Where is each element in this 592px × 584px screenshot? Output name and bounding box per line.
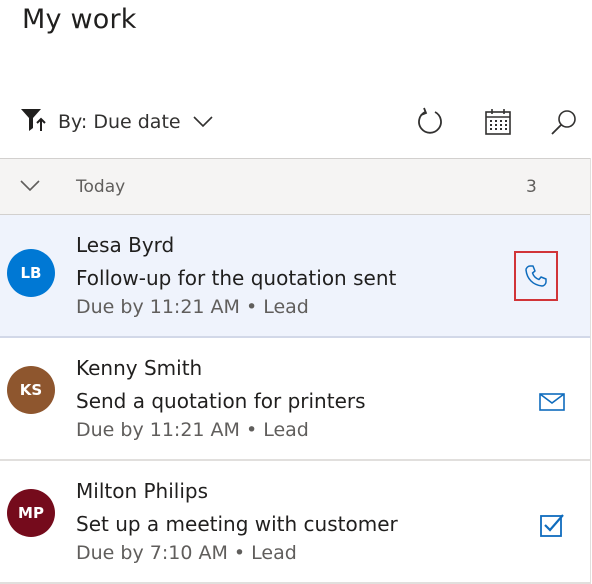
toolbar: By: Due date [0, 100, 592, 144]
refresh-icon[interactable] [412, 104, 448, 140]
contact-name: Lesa Byrd [76, 233, 175, 257]
group-count: 3 [526, 177, 537, 197]
sort-by-label: By: Due date [58, 111, 181, 133]
group-header-today: Today 3 [0, 158, 590, 215]
phone-icon[interactable] [514, 251, 558, 301]
sort-by-button[interactable]: By: Due date [20, 104, 213, 140]
search-icon[interactable] [546, 104, 582, 140]
list-item[interactable]: LB Lesa Byrd Follow-up for the quotation… [0, 215, 590, 338]
task-icon[interactable] [532, 505, 572, 545]
chevron-down-icon [193, 116, 213, 128]
group-label: Today [76, 177, 126, 197]
due-info: Due by 7:10 AM • Lead [76, 542, 297, 564]
activity-subject: Follow-up for the quotation sent [76, 266, 397, 290]
avatar: MP [7, 489, 55, 537]
due-info: Due by 11:21 AM • Lead [76, 296, 309, 318]
calendar-icon[interactable] [480, 104, 516, 140]
email-icon[interactable] [532, 382, 572, 422]
contact-name: Milton Philips [76, 479, 209, 503]
activity-subject: Send a quotation for printers [76, 389, 366, 413]
avatar: LB [7, 249, 55, 297]
page-title: My work [22, 4, 137, 35]
contact-name: Kenny Smith [76, 356, 203, 380]
filter-icon [20, 107, 48, 137]
avatar: KS [7, 366, 55, 414]
list-item[interactable]: KS Kenny Smith Send a quotation for prin… [0, 338, 590, 461]
activity-list: Today 3 LB Lesa Byrd Follow-up for the q… [0, 158, 591, 584]
collapse-chevron-icon[interactable] [20, 177, 40, 196]
list-item[interactable]: MP Milton Philips Set up a meeting with … [0, 461, 590, 584]
due-info: Due by 11:21 AM • Lead [76, 419, 309, 441]
activity-subject: Set up a meeting with customer [76, 512, 398, 536]
